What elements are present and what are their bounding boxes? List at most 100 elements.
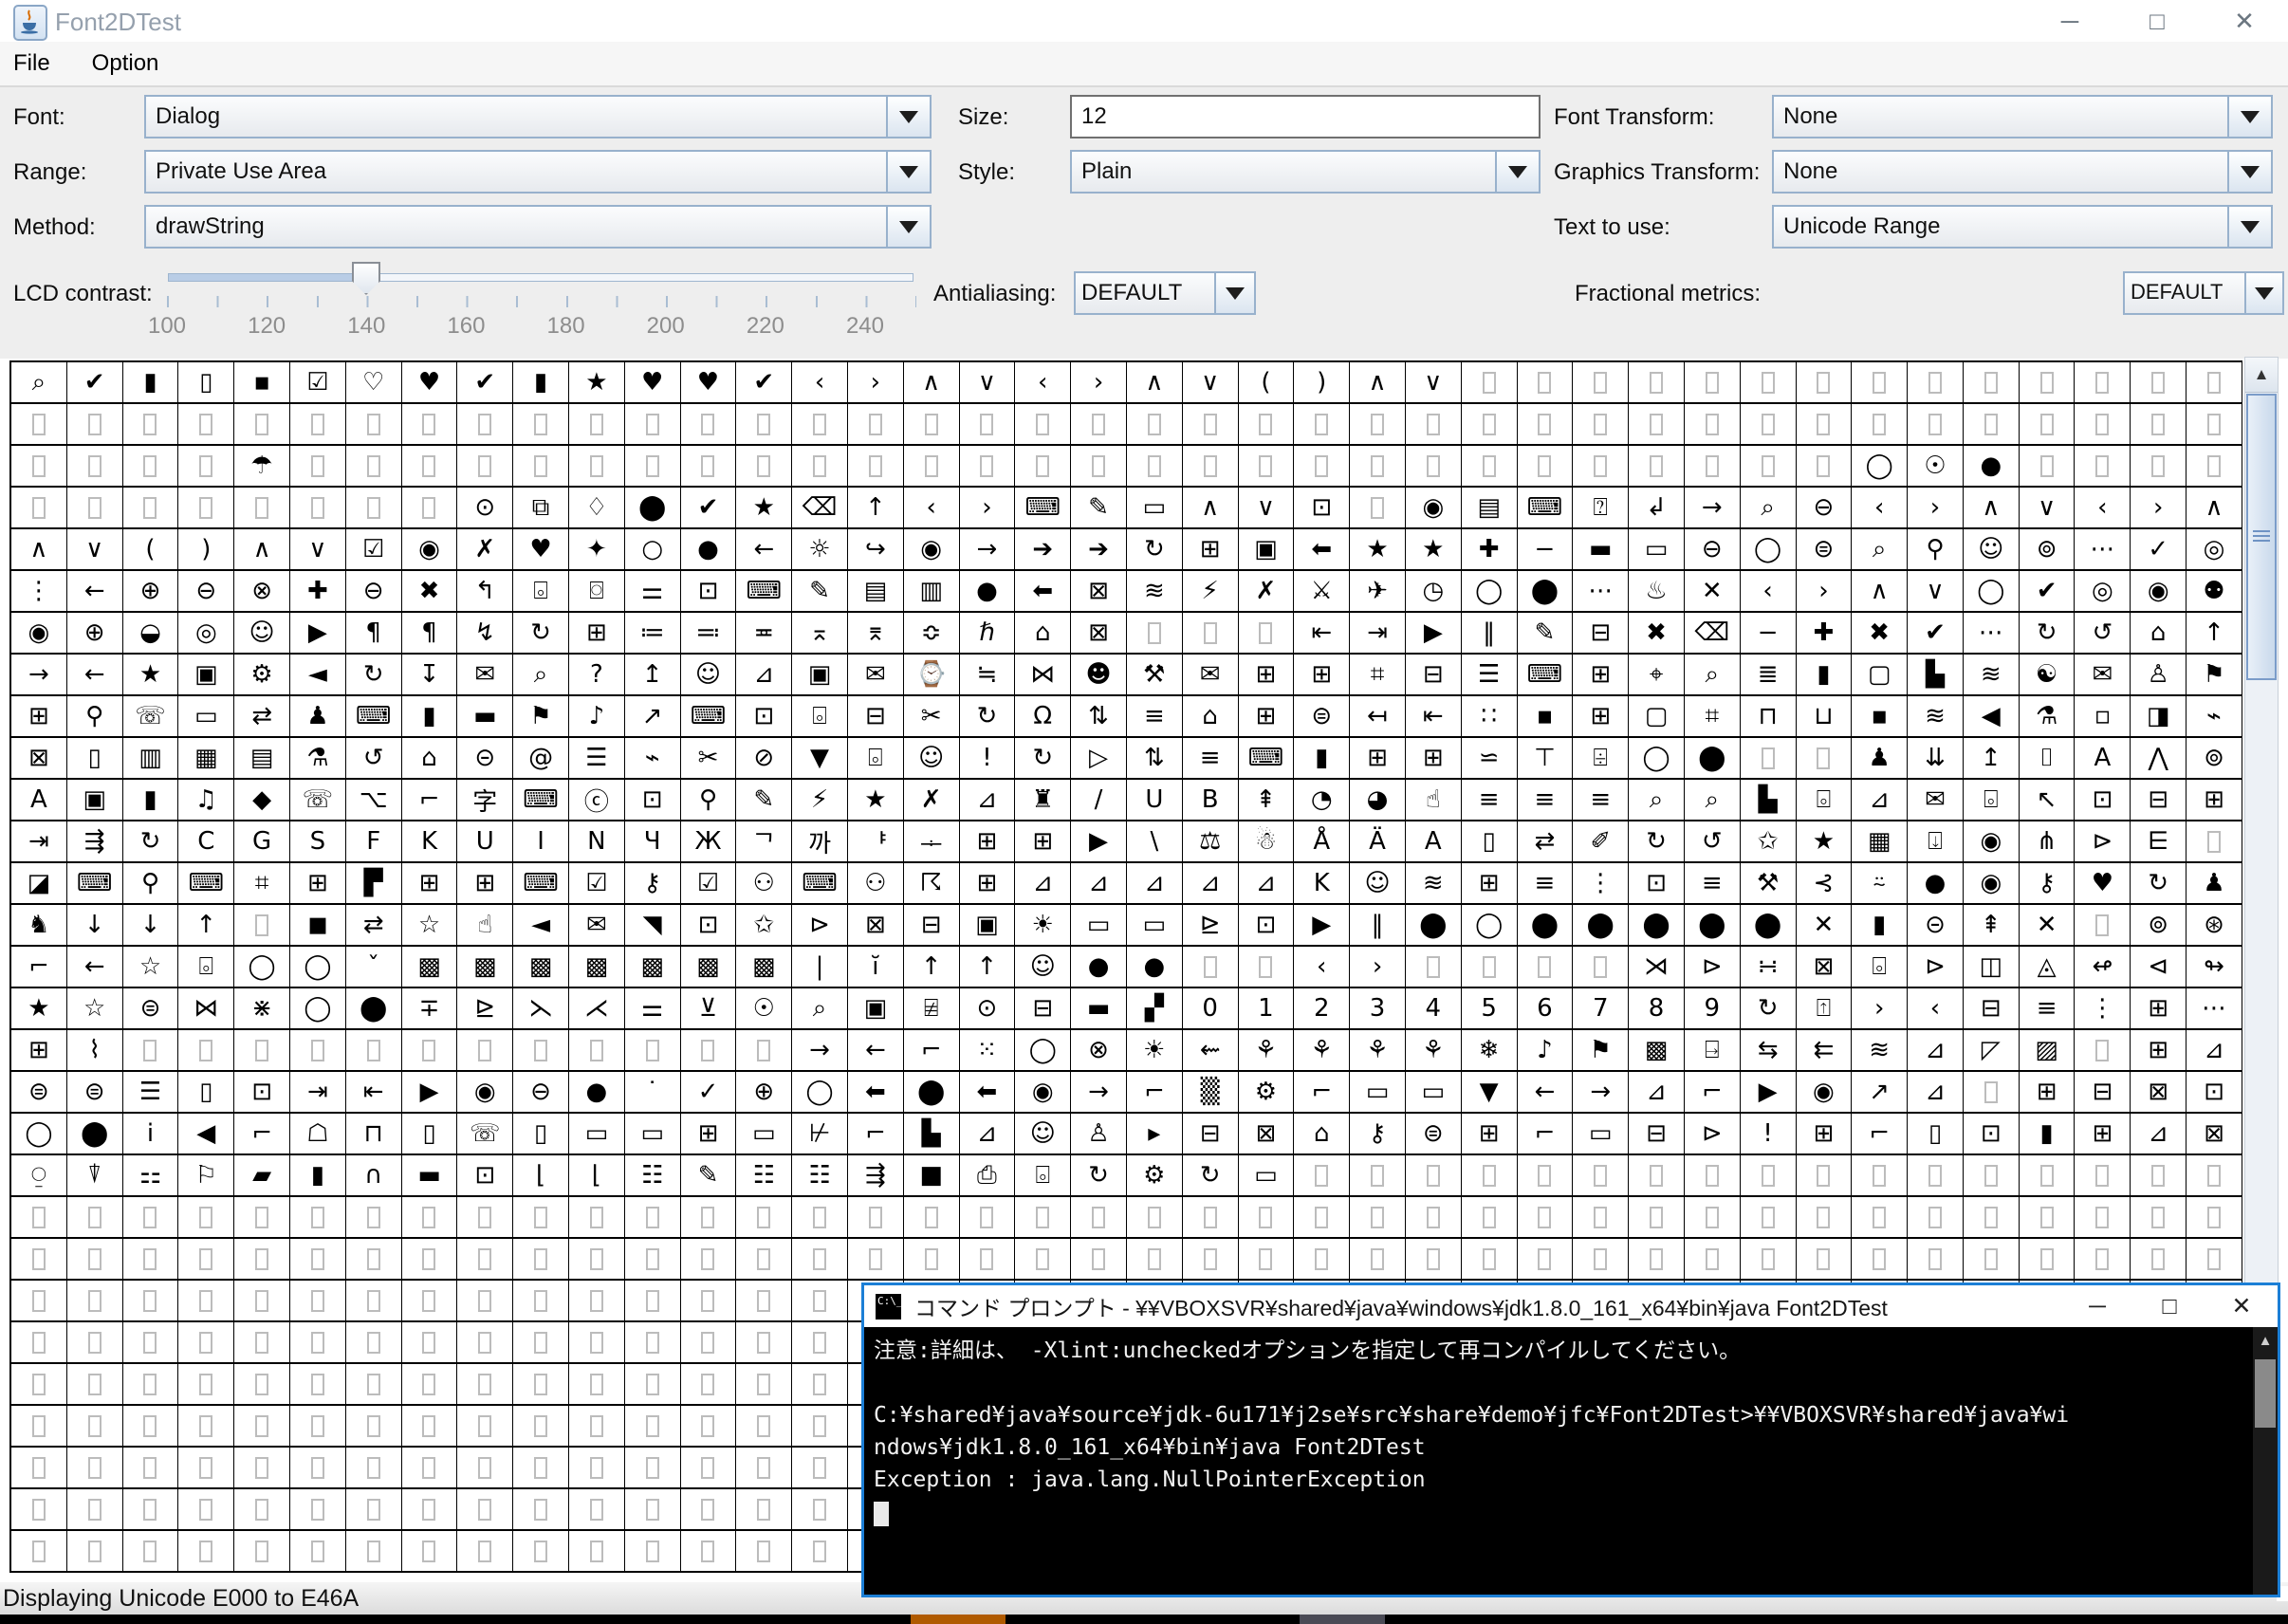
missing-glyph-box — [199, 1289, 213, 1312]
graphics-transform-combobox[interactable]: None — [1772, 150, 2273, 194]
glyph-cell: ⬤ — [1405, 905, 1462, 947]
glyph-cell — [1238, 947, 1295, 988]
glyph-cell: ▤ — [847, 571, 904, 613]
glyph-cell — [345, 1364, 402, 1406]
glyph-cell — [1963, 1072, 2020, 1114]
console-titlebar[interactable]: C:\_ コマンド プロンプト - ¥¥VBOXSVR¥shared¥java¥… — [864, 1285, 2278, 1327]
grid-scrollbar-thumb[interactable] — [2246, 394, 2277, 680]
glyph-cell — [66, 404, 123, 446]
missing-glyph-box — [31, 1414, 46, 1437]
console-maximize-icon[interactable]: □ — [2133, 1285, 2205, 1327]
style-combobox[interactable]: Plain — [1070, 150, 1541, 194]
graphics-transform-dropdown-button[interactable] — [2227, 152, 2271, 192]
taskbar-orange-segment — [911, 1615, 1006, 1624]
console-scroll-up-arrow-icon[interactable]: ▲ — [2253, 1327, 2278, 1354]
range-value: Private Use Area — [156, 158, 327, 184]
glyph-cell: ✉ — [568, 905, 625, 947]
close-icon[interactable]: ✕ — [2201, 0, 2288, 42]
fractional-metrics-label: Fractional metrics: — [1575, 281, 1762, 306]
glyph-cell — [178, 1322, 235, 1364]
method-dropdown-button[interactable] — [886, 207, 930, 247]
font-dropdown-button[interactable] — [886, 97, 930, 137]
glyph-cell: ⊔ — [1796, 696, 1853, 738]
glyph-cell — [345, 1489, 402, 1531]
menu-option[interactable]: Option — [71, 50, 180, 77]
text-to-use-dropdown-button[interactable] — [2227, 207, 2271, 247]
glyph-cell: ◨ — [2131, 696, 2187, 738]
font-transform-combobox[interactable]: None — [1772, 95, 2273, 138]
glyph-cell — [624, 404, 681, 446]
font-transform-dropdown-button[interactable] — [2227, 97, 2271, 137]
missing-glyph-box — [87, 1498, 101, 1521]
console-output[interactable]: 注意:詳細は、 -Xlint:uncheckedオプションを指定して再コンパイル… — [864, 1327, 2278, 1595]
glyph-cell: ▮ — [401, 696, 458, 738]
fractional-metrics-combobox[interactable]: DEFAULT — [2123, 271, 2284, 315]
lcd-contrast-slider-track[interactable] — [168, 273, 913, 282]
glyph-cell: ◄ — [513, 905, 569, 947]
glyph-cell: ⋌ — [568, 988, 625, 1030]
menu-file[interactable]: File — [0, 50, 71, 77]
method-combobox[interactable]: drawString — [144, 205, 932, 249]
lcd-contrast-slider-thumb[interactable] — [352, 262, 380, 295]
glyph-cell — [2075, 905, 2131, 947]
glyph-cell — [234, 1489, 290, 1531]
glyph-cell: ⊜ — [1796, 529, 1853, 571]
glyph-cell: ✓ — [2131, 529, 2187, 571]
antialiasing-combobox[interactable]: DEFAULT — [1074, 271, 1256, 315]
glyph-cell: ⊤ — [1517, 738, 1574, 780]
missing-glyph-box — [422, 1498, 436, 1521]
glyph-cell: ⚒ — [1740, 863, 1797, 905]
glyph-cell — [680, 1239, 737, 1281]
console-scrollbar[interactable]: ▲ — [2253, 1327, 2278, 1595]
chevron-down-icon — [2241, 165, 2260, 178]
missing-glyph-box — [924, 413, 938, 435]
missing-glyph-box — [589, 1373, 603, 1395]
glyph-cell: ✖ — [1629, 613, 1685, 655]
glyph-cell: ✕ — [1796, 905, 1853, 947]
glyph-cell: ⓒ — [568, 780, 625, 821]
glyph-cell: N — [568, 821, 625, 863]
glyph-cell — [122, 488, 179, 529]
style-dropdown-button[interactable] — [1495, 152, 1539, 192]
glyph-cell: ♡ — [345, 362, 402, 404]
glyph-cell: → — [1684, 488, 1741, 529]
fractional-metrics-dropdown-button[interactable] — [2244, 273, 2282, 313]
range-combobox[interactable]: Private Use Area — [144, 150, 932, 194]
glyph-cell: ◯ — [792, 1072, 848, 1114]
glyph-cell: A — [1405, 821, 1462, 863]
missing-glyph-box — [2151, 1164, 2166, 1187]
glyph-cell: ⊟ — [847, 696, 904, 738]
glyph-cell — [66, 1239, 123, 1281]
size-input[interactable]: 12 — [1070, 95, 1541, 138]
maximize-icon[interactable]: □ — [2113, 0, 2201, 42]
missing-glyph-box — [2206, 1164, 2221, 1187]
antialiasing-dropdown-button[interactable] — [1214, 273, 1254, 313]
minimize-icon[interactable]: ─ — [2026, 0, 2113, 42]
console-close-icon[interactable]: ✕ — [2205, 1285, 2278, 1327]
scroll-up-arrow-icon[interactable]: ▲ — [2245, 358, 2278, 393]
glyph-cell — [1350, 488, 1406, 529]
range-dropdown-button[interactable] — [886, 152, 930, 192]
missing-glyph-box — [1761, 1164, 1775, 1187]
glyph-cell: ‹ — [1294, 947, 1351, 988]
glyph-cell: ⚔ — [1294, 571, 1351, 613]
missing-glyph-box — [2039, 1247, 2054, 1270]
missing-glyph-box — [1147, 454, 1161, 477]
console-scrollbar-thumb[interactable] — [2255, 1359, 2276, 1428]
glyph-cell — [401, 1406, 458, 1448]
glyph-cell: S — [289, 821, 346, 863]
text-to-use-combobox[interactable]: Unicode Range — [1772, 205, 2273, 249]
antialiasing-label: Antialiasing: — [933, 281, 1057, 306]
glyph-cell — [513, 1531, 569, 1573]
glyph-cell — [2019, 1197, 2076, 1239]
glyph-cell: ♟ — [2187, 863, 2242, 905]
glyph-cell — [2131, 1155, 2187, 1197]
font-combobox[interactable]: Dialog — [144, 95, 932, 138]
missing-glyph-box — [1315, 1164, 1329, 1187]
console-minimize-icon[interactable]: ─ — [2061, 1285, 2133, 1327]
glyph-cell: ⇥ — [289, 1072, 346, 1114]
glyph-cell — [234, 1239, 290, 1281]
glyph-cell: ▯ — [1461, 821, 1518, 863]
glyph-cell — [1405, 1239, 1462, 1281]
glyph-cell: Ж — [680, 821, 737, 863]
